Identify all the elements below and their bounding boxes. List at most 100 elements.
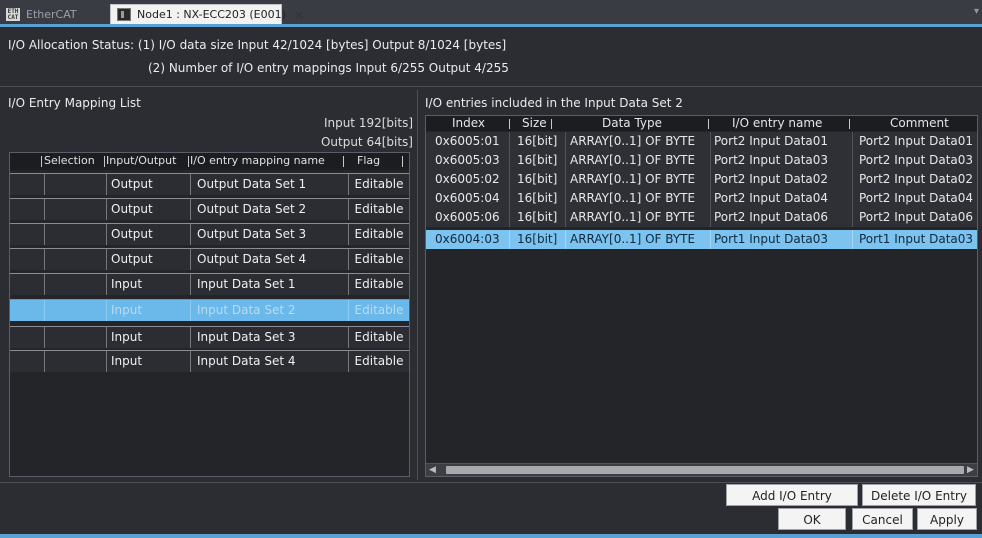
column-header-entry-name[interactable]: I/O entry name bbox=[732, 116, 822, 130]
scroll-right-icon[interactable]: ▶ bbox=[964, 464, 977, 476]
io-cell: Input bbox=[106, 351, 190, 372]
mapping-row[interactable]: Output Output Data Set 2 Editable bbox=[10, 198, 409, 220]
column-header-io[interactable]: Input/Output bbox=[106, 154, 176, 167]
column-separator bbox=[343, 156, 344, 167]
input-bits-total: Input 192[bits] bbox=[323, 116, 413, 130]
io-cell: Input bbox=[106, 274, 190, 295]
entry-row[interactable]: 0x6005:02 16[bit] ARRAY[0..1] OF BYTE Po… bbox=[426, 170, 977, 189]
size-cell: 16[bit] bbox=[509, 189, 565, 208]
panel-splitter[interactable] bbox=[417, 90, 418, 480]
io-cell: Input bbox=[106, 327, 190, 348]
mapping-name-cell: Input Data Set 2 bbox=[190, 300, 348, 321]
selection-cell[interactable] bbox=[44, 249, 106, 270]
entry-row[interactable]: 0x6005:01 16[bit] ARRAY[0..1] OF BYTE Po… bbox=[426, 132, 977, 151]
column-header-flag[interactable]: Flag bbox=[357, 154, 380, 167]
scroll-left-icon[interactable]: ◀ bbox=[426, 464, 439, 476]
mapping-row-selected[interactable]: Input Input Data Set 2 Editable bbox=[10, 299, 409, 321]
mapping-row[interactable]: Input Input Data Set 3 Editable bbox=[10, 326, 409, 348]
index-cell: 0x6005:06 bbox=[435, 210, 500, 224]
tab-node1[interactable]: Node1 : NX-ECC203 (E001) × bbox=[110, 4, 304, 24]
column-separator bbox=[849, 119, 850, 129]
flag-cell: Editable bbox=[348, 351, 409, 372]
entry-name-cell: Port2 Input Data04 bbox=[710, 189, 852, 208]
flag-cell: Editable bbox=[348, 224, 409, 245]
selection-cell[interactable] bbox=[44, 224, 106, 245]
selection-cell[interactable] bbox=[44, 174, 106, 195]
io-size-status: I/O Allocation Status: (1) I/O data size… bbox=[8, 38, 507, 52]
index-cell: 0x6005:02 bbox=[435, 172, 500, 186]
editor-tab-bar: ETH CAT EtherCAT Node1 : NX-ECC203 (E001)… bbox=[0, 0, 982, 27]
mapping-name-cell: Output Data Set 4 bbox=[190, 249, 348, 270]
entry-name-cell: Port2 Input Data02 bbox=[710, 170, 852, 189]
io-cell: Output bbox=[106, 224, 190, 245]
comment-cell: Port2 Input Data03 bbox=[852, 151, 977, 170]
apply-button[interactable]: Apply bbox=[917, 508, 977, 530]
flag-cell: Editable bbox=[348, 199, 409, 220]
cancel-button[interactable]: Cancel bbox=[852, 508, 913, 530]
io-cell: Output bbox=[106, 174, 190, 195]
flag-cell: Editable bbox=[348, 274, 409, 295]
column-header-mapping-name[interactable]: I/O entry mapping name bbox=[190, 154, 325, 167]
column-header-comment[interactable]: Comment bbox=[890, 116, 949, 130]
size-cell: 16[bit] bbox=[509, 132, 565, 151]
mapping-row[interactable]: Output Output Data Set 3 Editable bbox=[10, 223, 409, 245]
mapping-row[interactable]: Input Input Data Set 1 Editable bbox=[10, 273, 409, 295]
data-type-cell: ARRAY[0..1] OF BYTE bbox=[565, 151, 710, 170]
entry-row[interactable]: 0x6005:04 16[bit] ARRAY[0..1] OF BYTE Po… bbox=[426, 189, 977, 208]
entries-table-header: Index Size Data Type I/O entry name Comm… bbox=[426, 116, 977, 131]
entry-row-selected[interactable]: 0x6004:03 16[bit] ARRAY[0..1] OF BYTE Po… bbox=[426, 230, 977, 249]
horizontal-scrollbar[interactable]: ◀ ▶ bbox=[426, 463, 977, 476]
column-header-selection[interactable]: Selection bbox=[44, 154, 95, 167]
mapping-row[interactable]: Output Output Data Set 4 Editable bbox=[10, 248, 409, 270]
comment-cell: Port2 Input Data06 bbox=[852, 208, 977, 227]
selection-cell[interactable] bbox=[44, 199, 106, 220]
entry-name-cell: Port2 Input Data01 bbox=[710, 132, 852, 151]
mapping-list-table: Selection Input/Output I/O entry mapping… bbox=[9, 152, 410, 477]
selection-cell[interactable] bbox=[44, 274, 106, 295]
ethercat-icon: ETH CAT bbox=[6, 7, 20, 21]
close-icon[interactable]: × bbox=[294, 8, 304, 22]
size-cell: 16[bit] bbox=[509, 151, 565, 170]
size-cell: 16[bit] bbox=[509, 208, 565, 227]
column-header-data-type[interactable]: Data Type bbox=[602, 116, 662, 130]
scrollbar-thumb[interactable] bbox=[446, 466, 964, 474]
data-type-cell: ARRAY[0..1] OF BYTE bbox=[565, 230, 710, 249]
data-type-cell: ARRAY[0..1] OF BYTE bbox=[565, 132, 710, 151]
column-separator bbox=[104, 156, 105, 167]
comment-cell: Port1 Input Data03 bbox=[852, 230, 977, 249]
column-header-size[interactable]: Size bbox=[522, 116, 547, 130]
row-header bbox=[10, 199, 44, 220]
mapping-name-cell: Input Data Set 1 bbox=[190, 274, 348, 295]
mapping-table-header: Selection Input/Output I/O entry mapping… bbox=[10, 153, 409, 170]
add-io-entry-button[interactable]: Add I/O Entry bbox=[726, 484, 858, 506]
data-type-cell: ARRAY[0..1] OF BYTE bbox=[565, 208, 710, 227]
tab-ethercat[interactable]: ETH CAT EtherCAT bbox=[0, 4, 100, 24]
column-separator bbox=[402, 156, 403, 167]
selection-cell[interactable] bbox=[44, 351, 106, 372]
ok-button[interactable]: OK bbox=[778, 508, 846, 530]
entry-name-cell: Port1 Input Data03 bbox=[710, 230, 852, 249]
selection-cell[interactable] bbox=[44, 300, 106, 321]
tab-overflow-icon[interactable]: ▾ bbox=[974, 6, 979, 17]
row-header bbox=[10, 351, 44, 372]
column-header-index[interactable]: Index bbox=[452, 116, 485, 130]
column-separator bbox=[551, 119, 552, 129]
tab-label: Node1 : NX-ECC203 (E001) bbox=[137, 8, 286, 21]
mapping-row[interactable]: Input Input Data Set 4 Editable bbox=[10, 350, 409, 372]
selection-cell[interactable] bbox=[44, 327, 106, 348]
flag-cell: Editable bbox=[348, 327, 409, 348]
comment-cell: Port2 Input Data02 bbox=[852, 170, 977, 189]
entry-row[interactable]: 0x6005:06 16[bit] ARRAY[0..1] OF BYTE Po… bbox=[426, 208, 977, 227]
column-separator bbox=[188, 156, 189, 167]
delete-io-entry-button[interactable]: Delete I/O Entry bbox=[862, 484, 976, 506]
entry-name-cell: Port2 Input Data06 bbox=[710, 208, 852, 227]
index-cell: 0x6005:04 bbox=[435, 191, 500, 205]
flag-cell: Editable bbox=[348, 174, 409, 195]
tab-label: EtherCAT bbox=[26, 7, 77, 21]
entry-row[interactable]: 0x6005:03 16[bit] ARRAY[0..1] OF BYTE Po… bbox=[426, 151, 977, 170]
io-cell: Output bbox=[106, 249, 190, 270]
index-cell: 0x6005:01 bbox=[435, 134, 500, 148]
mapping-row[interactable]: Output Output Data Set 1 Editable bbox=[10, 173, 409, 195]
mapping-list-title: I/O Entry Mapping List bbox=[8, 96, 141, 110]
row-header bbox=[10, 327, 44, 348]
